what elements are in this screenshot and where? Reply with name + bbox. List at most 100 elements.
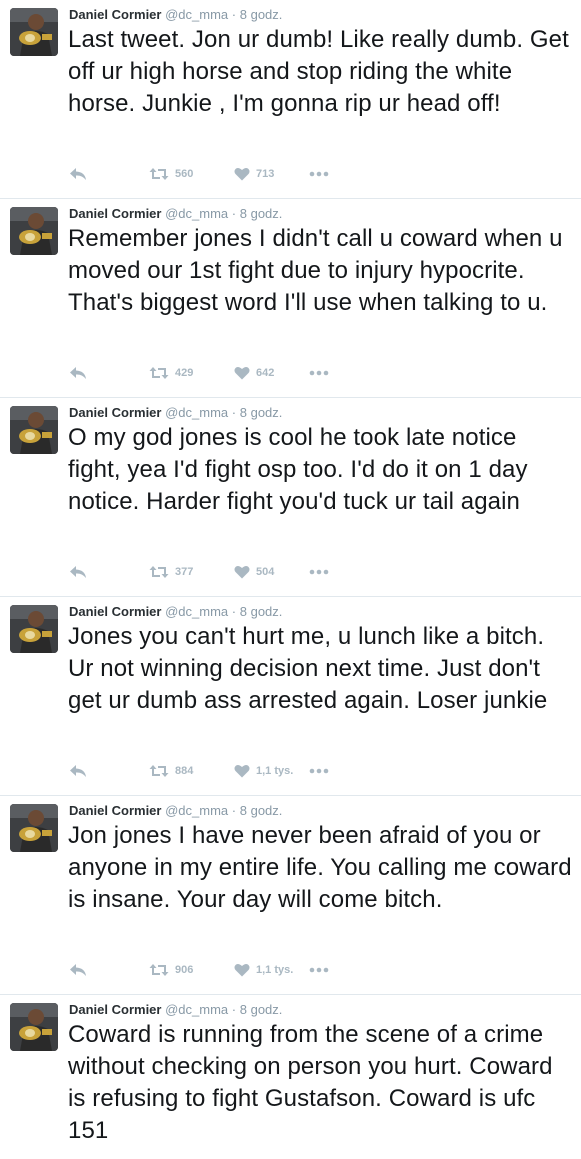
tweet: Daniel Cormier @dc_mma · 8 godz. Coward …	[0, 995, 581, 1159]
tweet: Daniel Cormier @dc_mma · 8 godz. Last tw…	[0, 0, 581, 199]
retweet-button[interactable]: 377	[149, 562, 193, 582]
tweet-actions: 377 504	[69, 562, 369, 582]
reply-icon	[69, 565, 87, 579]
reply-button[interactable]	[69, 960, 87, 980]
tweet-header: Daniel Cormier @dc_mma · 8 godz.	[69, 205, 282, 223]
like-button[interactable]: 1,1 tys.	[234, 761, 293, 781]
heart-icon	[234, 963, 250, 977]
reply-icon	[69, 167, 87, 181]
author-handle[interactable]: @dc_mma	[165, 1002, 228, 1017]
tweet: Daniel Cormier @dc_mma · 8 godz. Jon jon…	[0, 796, 581, 995]
more-button[interactable]	[309, 363, 329, 383]
tweet-header: Daniel Cormier @dc_mma · 8 godz.	[69, 603, 282, 621]
author-handle[interactable]: @dc_mma	[165, 803, 228, 818]
heart-icon	[234, 565, 250, 579]
reply-icon	[69, 963, 87, 977]
tweet-header: Daniel Cormier @dc_mma · 8 godz.	[69, 1001, 282, 1019]
more-icon	[309, 171, 329, 177]
tweet-header: Daniel Cormier @dc_mma · 8 godz.	[69, 802, 282, 820]
retweet-count: 884	[175, 765, 194, 777]
retweet-button[interactable]: 884	[149, 761, 193, 781]
avatar[interactable]	[10, 8, 58, 56]
more-icon	[309, 569, 329, 575]
retweet-button[interactable]: 906	[149, 960, 193, 980]
retweet-count: 429	[175, 367, 194, 379]
reply-button[interactable]	[69, 363, 87, 383]
author-name[interactable]: Daniel Cormier	[69, 206, 161, 221]
retweet-icon	[149, 764, 169, 778]
reply-icon	[69, 764, 87, 778]
more-icon	[309, 768, 329, 774]
timestamp[interactable]: 8 godz.	[240, 604, 283, 619]
timestamp[interactable]: 8 godz.	[240, 206, 283, 221]
author-handle[interactable]: @dc_mma	[165, 405, 228, 420]
like-count: 1,1 tys.	[256, 765, 294, 777]
timestamp[interactable]: 8 godz.	[240, 405, 283, 420]
reply-button[interactable]	[69, 562, 87, 582]
like-button[interactable]: 1,1 tys.	[234, 960, 293, 980]
reply-button[interactable]	[69, 761, 87, 781]
retweet-icon	[149, 963, 169, 977]
more-button[interactable]	[309, 960, 329, 980]
timestamp[interactable]: 8 godz.	[240, 803, 283, 818]
avatar[interactable]	[10, 207, 58, 255]
author-name[interactable]: Daniel Cormier	[69, 803, 161, 818]
more-icon	[309, 967, 329, 973]
more-icon	[309, 370, 329, 376]
timestamp[interactable]: 8 godz.	[240, 1002, 283, 1017]
tweet: Daniel Cormier @dc_mma · 8 godz. Remembe…	[0, 199, 581, 398]
author-name[interactable]: Daniel Cormier	[69, 405, 161, 420]
like-button[interactable]: 504	[234, 562, 274, 582]
avatar[interactable]	[10, 804, 58, 852]
like-count: 713	[256, 168, 275, 180]
reply-button[interactable]	[69, 164, 87, 184]
avatar[interactable]	[10, 1003, 58, 1051]
author-name[interactable]: Daniel Cormier	[69, 604, 161, 619]
like-count: 642	[256, 367, 275, 379]
more-button[interactable]	[309, 164, 329, 184]
author-handle[interactable]: @dc_mma	[165, 7, 228, 22]
tweet-feed: Daniel Cormier @dc_mma · 8 godz. Last tw…	[0, 0, 581, 1159]
tweet-text: Coward is running from the scene of a cr…	[68, 1021, 553, 1144]
more-button[interactable]	[309, 761, 329, 781]
separator-dot: ·	[231, 604, 237, 619]
timestamp[interactable]: 8 godz.	[240, 7, 283, 22]
retweet-count: 906	[175, 964, 194, 976]
avatar[interactable]	[10, 406, 58, 454]
tweet-actions: 429 642	[69, 363, 369, 383]
separator-dot: ·	[231, 803, 237, 818]
tweet-header: Daniel Cormier @dc_mma · 8 godz.	[69, 6, 282, 24]
separator-dot: ·	[231, 7, 237, 22]
retweet-icon	[149, 167, 169, 181]
tweet-text: Jon jones I have never been afraid of yo…	[68, 822, 572, 913]
tweet-text: O my god jones is cool he took late noti…	[68, 424, 528, 515]
author-handle[interactable]: @dc_mma	[165, 604, 228, 619]
retweet-count: 560	[175, 168, 194, 180]
like-count: 1,1 tys.	[256, 964, 294, 976]
heart-icon	[234, 764, 250, 778]
tweet-header: Daniel Cormier @dc_mma · 8 godz.	[69, 404, 282, 422]
author-handle[interactable]: @dc_mma	[165, 206, 228, 221]
tweet-text: Jones you can't hurt me, u lunch like a …	[68, 623, 548, 714]
retweet-button[interactable]: 560	[149, 164, 193, 184]
author-name[interactable]: Daniel Cormier	[69, 7, 161, 22]
author-name[interactable]: Daniel Cormier	[69, 1002, 161, 1017]
retweet-count: 377	[175, 566, 194, 578]
retweet-icon	[149, 565, 169, 579]
retweet-icon	[149, 366, 169, 380]
like-button[interactable]: 642	[234, 363, 274, 383]
more-button[interactable]	[309, 562, 329, 582]
heart-icon	[234, 366, 250, 380]
tweet-text: Remember jones I didn't call u coward wh…	[68, 225, 563, 316]
separator-dot: ·	[231, 1002, 237, 1017]
tweet-text: Last tweet. Jon ur dumb! Like really dum…	[68, 26, 569, 117]
like-button[interactable]: 713	[234, 164, 274, 184]
tweet-actions: 906 1,1 tys.	[69, 960, 369, 980]
reply-icon	[69, 366, 87, 380]
retweet-button[interactable]: 429	[149, 363, 193, 383]
tweet: Daniel Cormier @dc_mma · 8 godz. O my go…	[0, 398, 581, 597]
tweet-actions: 560 713	[69, 164, 369, 184]
heart-icon	[234, 167, 250, 181]
avatar[interactable]	[10, 605, 58, 653]
tweet: Daniel Cormier @dc_mma · 8 godz. Jones y…	[0, 597, 581, 796]
